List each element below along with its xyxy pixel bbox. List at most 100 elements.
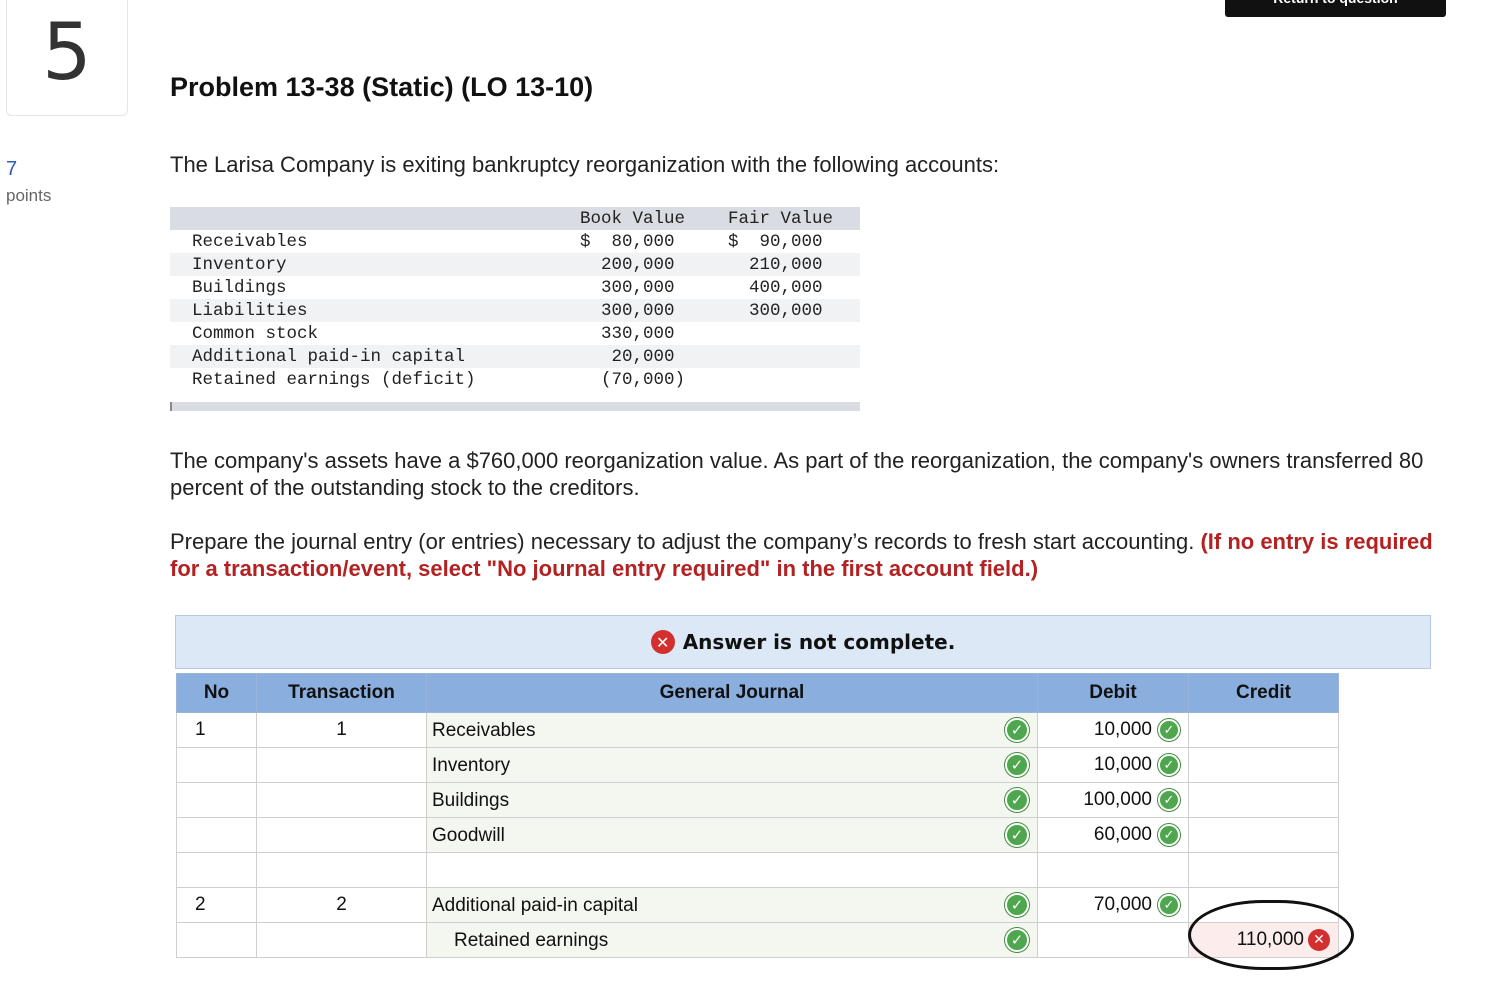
entry-no: 2	[176, 887, 257, 923]
credit-input[interactable]	[1188, 887, 1339, 923]
entry-no: 1	[176, 712, 257, 748]
journal-row-empty	[176, 852, 1339, 888]
fair-value: 400,000	[728, 278, 823, 298]
account-name: Additional paid-in capital	[192, 347, 466, 367]
book-value: 200,000	[580, 255, 675, 275]
debit-value: 10,000	[1093, 754, 1152, 775]
check-icon: ✓	[1158, 719, 1180, 741]
journal-row: Retained earnings ✓ 110,000 ✕	[176, 922, 1339, 958]
entry-no	[176, 782, 257, 818]
account-row: Liabilities 300,000 300,000	[170, 299, 860, 322]
debit-input[interactable]	[1037, 922, 1189, 958]
check-icon: ✓	[1005, 823, 1029, 847]
entry-no	[176, 922, 257, 958]
account-row: Inventory 200,000 210,000	[170, 253, 860, 276]
return-to-question-button[interactable]: Return to question	[1225, 0, 1446, 17]
x-icon: ✕	[1308, 929, 1330, 951]
check-icon: ✓	[1005, 928, 1029, 952]
account-select[interactable]: Goodwill ✓	[426, 817, 1038, 853]
fair-value: $ 90,000	[728, 232, 823, 252]
debit-header: Debit	[1037, 673, 1189, 713]
transaction-number	[256, 852, 427, 888]
credit-input[interactable]	[1188, 817, 1339, 853]
credit-input[interactable]	[1188, 782, 1339, 818]
credit-input[interactable]	[1188, 747, 1339, 783]
journal-row: Inventory ✓ 10,000 ✓	[176, 747, 1339, 783]
credit-input[interactable]	[1188, 712, 1339, 748]
journal-row: Goodwill ✓ 60,000 ✓	[176, 817, 1339, 853]
accounts-table-footer	[170, 402, 860, 411]
credit-header: Credit	[1188, 673, 1339, 713]
account-select[interactable]	[426, 852, 1038, 888]
account-name: Common stock	[192, 324, 319, 344]
debit-input[interactable]: 70,000 ✓	[1037, 887, 1189, 923]
account-select[interactable]: Buildings ✓	[426, 782, 1038, 818]
transaction-number: 1	[256, 712, 427, 748]
transaction-number	[256, 782, 427, 818]
points-value: 7	[6, 158, 18, 180]
account-name: Receivables	[432, 720, 536, 741]
journal-row: 1 1 Receivables ✓ 10,000 ✓	[176, 712, 1339, 748]
account-select[interactable]: Inventory ✓	[426, 747, 1038, 783]
journal-header-row: No Transaction General Journal Debit Cre…	[176, 673, 1339, 713]
debit-input[interactable]: 100,000 ✓	[1037, 782, 1189, 818]
journal-row: Buildings ✓ 100,000 ✓	[176, 782, 1339, 818]
journal-table: No Transaction General Journal Debit Cre…	[176, 673, 1339, 958]
account-select[interactable]: Receivables ✓	[426, 712, 1038, 748]
check-icon: ✓	[1005, 718, 1029, 742]
no-header: No	[176, 673, 257, 713]
fair-value: 300,000	[728, 301, 823, 321]
check-icon: ✓	[1158, 789, 1180, 811]
instructions-text: Prepare the journal entry (or entries) n…	[170, 529, 1195, 554]
debit-value: 10,000	[1093, 719, 1152, 740]
entry-no	[176, 747, 257, 783]
journal-row: 2 2 Additional paid-in capital ✓ 70,000 ✓	[176, 887, 1339, 923]
check-icon: ✓	[1005, 893, 1029, 917]
book-value: $ 80,000	[580, 232, 675, 252]
account-select[interactable]: Additional paid-in capital ✓	[426, 887, 1038, 923]
book-value: 20,000	[580, 347, 675, 367]
account-name: Buildings	[192, 278, 287, 298]
account-select[interactable]: Retained earnings ✓	[426, 922, 1038, 958]
reorganization-paragraph: The company's assets have a $760,000 reo…	[170, 448, 1424, 500]
debit-value: 60,000	[1093, 824, 1152, 845]
account-row: Common stock 330,000	[170, 322, 860, 345]
check-icon: ✓	[1158, 754, 1180, 776]
debit-input[interactable]: 10,000 ✓	[1037, 712, 1189, 748]
debit-value: 70,000	[1093, 894, 1152, 915]
account-row: Retained earnings (deficit) (70,000)	[170, 368, 860, 391]
transaction-number	[256, 817, 427, 853]
credit-input[interactable]: 110,000 ✕	[1188, 922, 1339, 958]
account-name: Inventory	[432, 755, 511, 776]
fair-value-header: Fair Value	[728, 209, 834, 229]
general-journal-header: General Journal	[426, 673, 1038, 713]
accounts-table: Book Value Fair Value Receivables $ 80,0…	[170, 207, 860, 411]
credit-input[interactable]	[1188, 852, 1339, 888]
x-icon: ✕	[650, 630, 675, 654]
debit-value: 100,000	[1083, 789, 1152, 810]
account-row: Buildings 300,000 400,000	[170, 276, 860, 299]
debit-input[interactable]: 60,000 ✓	[1037, 817, 1189, 853]
debit-input[interactable]: 10,000 ✓	[1037, 747, 1189, 783]
check-icon: ✓	[1158, 824, 1180, 846]
account-name: Retained earnings (deficit)	[192, 370, 476, 390]
account-name: Retained earnings	[454, 930, 609, 951]
account-name: Additional paid-in capital	[432, 895, 638, 916]
debit-input[interactable]	[1037, 852, 1189, 888]
problem-intro: The Larisa Company is exiting bankruptcy…	[170, 152, 1000, 177]
answer-status-text: Answer is not complete.	[682, 630, 956, 654]
check-icon: ✓	[1158, 894, 1180, 916]
book-value: (70,000)	[580, 370, 686, 390]
book-value: 300,000	[580, 278, 675, 298]
account-name: Receivables	[192, 232, 308, 252]
entry-no	[176, 852, 257, 888]
book-value: 300,000	[580, 301, 675, 321]
points-label: points	[6, 186, 52, 205]
transaction-header: Transaction	[256, 673, 427, 713]
transaction-number	[256, 747, 427, 783]
account-name: Liabilities	[192, 301, 308, 321]
check-icon: ✓	[1005, 753, 1029, 777]
problem-title: Problem 13-38 (Static) (LO 13-10)	[170, 72, 594, 102]
entry-no	[176, 817, 257, 853]
instructions-paragraph: Prepare the journal entry (or entries) n…	[170, 528, 1440, 582]
